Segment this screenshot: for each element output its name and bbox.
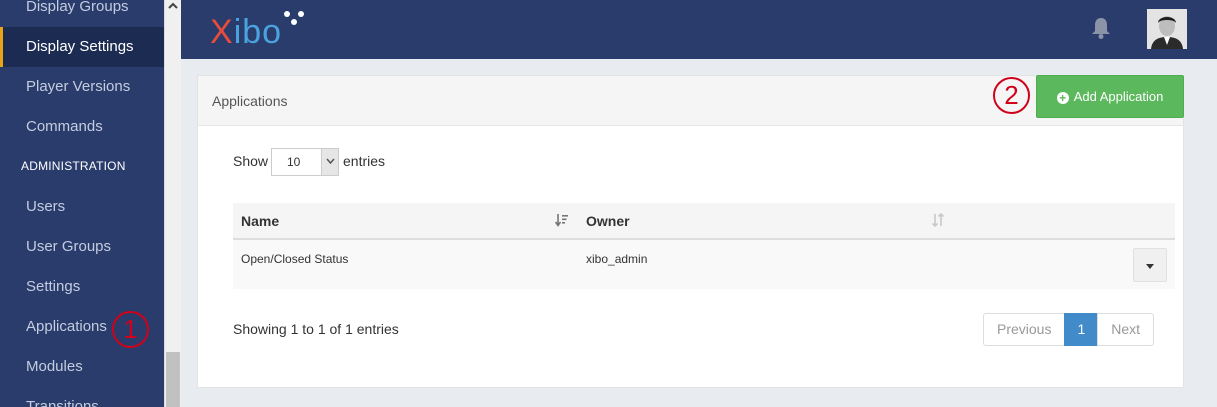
column-header-owner[interactable]: Owner (586, 213, 630, 229)
logo-text: ibo (233, 13, 283, 51)
user-avatar[interactable] (1147, 9, 1187, 49)
bell-icon[interactable] (1090, 16, 1112, 40)
entries-select[interactable]: 10 (271, 148, 339, 176)
sort-both-icon[interactable] (931, 212, 945, 228)
table-header: Name Owner (233, 203, 1175, 240)
caret-down-icon (1146, 264, 1154, 269)
sidebar-item-display-settings[interactable]: Display Settings (0, 27, 164, 67)
plus-circle-icon: + (1056, 92, 1069, 104)
applications-panel: Applications + Add Application Show 10 en… (197, 75, 1184, 388)
column-header-name[interactable]: Name (241, 213, 279, 229)
sidebar: Display Groups Display Settings Player V… (0, 0, 164, 407)
scrollbar-thumb[interactable] (166, 352, 180, 407)
applications-table: Name Owner Open/Closed Status xibo_admin (233, 203, 1175, 289)
entries-select-value: 10 (287, 155, 301, 169)
cell-name: Open/Closed Status (241, 252, 349, 266)
pagination-page-1[interactable]: 1 (1064, 313, 1099, 346)
page-title: Applications (212, 93, 288, 109)
annotation-marker-1: 1 (112, 311, 149, 348)
sidebar-item-users[interactable]: Users (0, 187, 164, 227)
annotation-marker-2: 2 (993, 77, 1030, 114)
sort-desc-icon[interactable] (554, 213, 569, 227)
logo-dots (276, 9, 306, 25)
row-actions-button[interactable] (1133, 248, 1167, 282)
sidebar-item-player-versions[interactable]: Player Versions (0, 67, 164, 107)
sidebar-item-transitions[interactable]: Transitions (0, 387, 164, 407)
pagination-next[interactable]: Next (1097, 313, 1155, 346)
table-row: Open/Closed Status xibo_admin (233, 240, 1175, 289)
add-application-label: Add Application (1073, 89, 1164, 104)
cell-owner: xibo_admin (586, 252, 648, 266)
entries-label: entries (343, 153, 386, 169)
chevron-down-icon[interactable] (321, 149, 338, 175)
xibo-logo[interactable]: Xibo (210, 11, 304, 51)
sidebar-item-modules[interactable]: Modules (0, 347, 164, 387)
logo-letter-x: X (210, 13, 234, 51)
top-navbar: Xibo (181, 0, 1217, 59)
add-application-button[interactable]: + Add Application (1036, 75, 1184, 118)
pagination: Previous 1 Next (983, 313, 1155, 346)
show-label: Show (233, 153, 269, 169)
sidebar-item-settings[interactable]: Settings (0, 267, 164, 307)
sidebar-scrollbar[interactable] (164, 0, 181, 407)
pagination-previous[interactable]: Previous (983, 313, 1066, 346)
table-info: Showing 1 to 1 of 1 entries (233, 321, 399, 337)
scroll-up-arrow-icon[interactable] (165, 0, 181, 17)
sidebar-item-user-groups[interactable]: User Groups (0, 227, 164, 267)
sidebar-item-display-groups[interactable]: Display Groups (0, 0, 164, 27)
sidebar-item-commands[interactable]: Commands (0, 107, 164, 147)
sidebar-section-header: ADMINISTRATION (21, 159, 126, 173)
